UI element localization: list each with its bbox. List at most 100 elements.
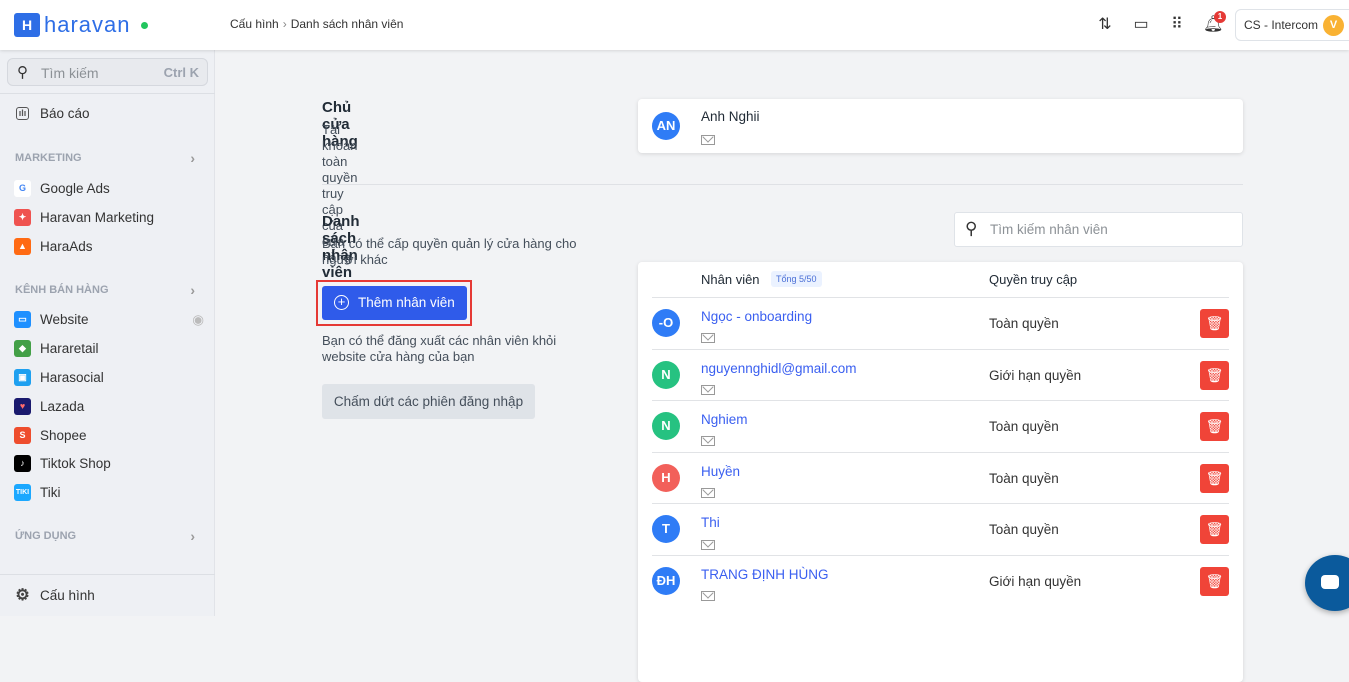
- divider: [0, 93, 215, 94]
- sidebar-item-label: Lazada: [40, 399, 85, 414]
- sidebar-item-harasocial[interactable]: ▣ Harasocial: [14, 369, 194, 386]
- section-sales-channels[interactable]: KÊNH BÁN HÀNG ›: [15, 282, 195, 298]
- breadcrumb-settings[interactable]: Cấu hình: [230, 17, 279, 31]
- table-row: N nguyennghidl@gmail.com Giới hạn quyền …: [652, 348, 1229, 401]
- staff-table: Nhân viên Tổng 5/50 Quyền truy cập -O Ng…: [638, 262, 1243, 682]
- section-marketing[interactable]: MARKETING ›: [15, 150, 195, 166]
- trash-icon: 🗑︎: [1205, 366, 1224, 383]
- staff-avatar: -O: [652, 309, 680, 337]
- sidebar-item-label: Tiktok Shop: [40, 456, 111, 471]
- staff-access: Toàn quyền: [989, 522, 1059, 538]
- sidebar-item-tiktok-shop[interactable]: ♪ Tiktok Shop: [14, 455, 194, 472]
- staff-name-link[interactable]: Thi: [701, 515, 720, 530]
- delete-staff-button[interactable]: 🗑︎: [1200, 567, 1229, 596]
- sidebar-item-lazada[interactable]: ♥ Lazada: [14, 398, 194, 415]
- chevron-right-icon: ›: [282, 17, 287, 31]
- section-title: ỨNG DỤNG: [15, 530, 77, 542]
- staff-access: Toàn quyền: [989, 419, 1059, 435]
- trash-icon: 🗑︎: [1205, 418, 1224, 435]
- section-apps[interactable]: ỨNG DỤNG ›: [15, 528, 195, 544]
- search-shortcut: Ctrl K: [163, 65, 199, 80]
- chart-icon: ılı: [16, 107, 29, 120]
- google-icon: G: [14, 180, 31, 197]
- staff-name-link[interactable]: Nghiem: [701, 412, 748, 427]
- table-row: T Thi Toàn quyền 🗑︎: [652, 503, 1229, 555]
- logo-text: haravan: [44, 12, 131, 37]
- chevron-right-icon: ›: [190, 282, 195, 298]
- staff-access: Toàn quyền: [989, 316, 1059, 331]
- gear-icon: ⚙: [15, 587, 30, 604]
- feedback-icon[interactable]: ▭: [1131, 15, 1151, 35]
- sidebar-item-google-ads[interactable]: G Google Ads: [14, 180, 194, 197]
- total-badge: Tổng 5/50: [771, 271, 822, 287]
- staff-access: Toàn quyền: [989, 470, 1059, 486]
- staff-access: Giới hạn quyền: [989, 367, 1082, 383]
- sidebar-item-tiki[interactable]: TIKI Tiki: [14, 484, 194, 501]
- table-row: ĐH TRANG ĐỊNH HÙNG Giới hạn quyền 🗑︎: [652, 555, 1229, 607]
- megaphone-icon: ✦: [14, 209, 31, 226]
- exchange-icon[interactable]: ⇅: [1095, 15, 1115, 35]
- sidebar-search-input[interactable]: ⚲ Tìm kiếm Ctrl K: [7, 58, 208, 86]
- user-avatar: V: [1323, 15, 1344, 36]
- staff-avatar: N: [652, 360, 680, 389]
- sidebar-item-label: Website: [40, 312, 89, 327]
- chat-widget-button[interactable]: [1305, 555, 1349, 611]
- section-title: MARKETING: [15, 152, 82, 164]
- mail-icon: [701, 131, 715, 147]
- chevron-right-icon: ›: [190, 150, 195, 166]
- delete-staff-button[interactable]: 🗑︎: [1200, 309, 1229, 338]
- add-staff-button[interactable]: + Thêm nhân viên: [322, 286, 467, 320]
- sidebar-item-settings[interactable]: ⚙ Cấu hình: [14, 587, 194, 604]
- column-header-staff: Nhân viên: [701, 272, 760, 287]
- tag-icon: ◆: [14, 340, 31, 357]
- column-header-access: Quyền truy cập: [989, 272, 1078, 287]
- haravan-logo[interactable]: H haravan: [14, 12, 148, 38]
- sidebar-item-label: Hararetail: [40, 341, 99, 356]
- sidebar-item-shopee[interactable]: S Shopee: [14, 427, 194, 444]
- search-icon: ⚲: [17, 64, 28, 81]
- top-header: H haravan Cấu hình › Danh sách nhân viên ⇅…: [0, 0, 1349, 50]
- mail-icon: [701, 381, 715, 397]
- end-sessions-button[interactable]: Chấm dứt các phiên đăng nhập: [322, 384, 535, 419]
- mail-icon: [701, 535, 715, 551]
- table-row: N Nghiem Toàn quyền 🗑︎: [652, 400, 1229, 452]
- sidebar-item-label: Shopee: [40, 428, 87, 443]
- staff-name-link[interactable]: nguyennghidl@gmail.com: [701, 361, 857, 376]
- logo-icon: H: [14, 13, 40, 37]
- owner-name: Anh Nghii: [701, 109, 760, 124]
- sidebar-item-label: HaraAds: [40, 239, 93, 254]
- notification-badge: 1: [1214, 11, 1226, 23]
- sidebar-item-haravan-marketing[interactable]: ✦ Haravan Marketing: [14, 209, 194, 226]
- sidebar-item-website[interactable]: ▭ Website ◉: [14, 311, 204, 328]
- delete-staff-button[interactable]: 🗑︎: [1200, 412, 1229, 442]
- mail-icon: [701, 587, 715, 603]
- staff-name-link[interactable]: Huyền: [701, 464, 740, 479]
- sidebar-item-report[interactable]: ılı Báo cáo: [14, 106, 194, 121]
- add-staff-label: Thêm nhân viên: [358, 295, 455, 310]
- sidebar-item-hararetail[interactable]: ◆ Hararetail: [14, 340, 194, 357]
- breadcrumb: Cấu hình › Danh sách nhân viên: [230, 17, 403, 31]
- delete-staff-button[interactable]: 🗑︎: [1200, 515, 1229, 545]
- sidebar-item-label: Google Ads: [40, 181, 110, 196]
- delete-staff-button[interactable]: 🗑︎: [1200, 360, 1229, 390]
- apps-grid-icon[interactable]: ⠿: [1167, 15, 1187, 35]
- search-icon: ⚲: [965, 219, 978, 238]
- divider: [0, 574, 215, 575]
- owner-avatar: AN: [652, 112, 680, 140]
- table-row: H Huyền Toàn quyền 🗑︎: [652, 451, 1229, 504]
- eye-icon[interactable]: ◉: [192, 312, 204, 328]
- trash-icon: 🗑︎: [1205, 521, 1224, 538]
- sidebar-item-haraads[interactable]: ▲ HaraAds: [14, 238, 194, 255]
- plus-circle-icon: +: [334, 295, 349, 310]
- delete-staff-button[interactable]: 🗑︎: [1200, 463, 1229, 493]
- sidebar-item-label: Báo cáo: [40, 106, 90, 121]
- staff-name-link[interactable]: Ngọc - onboarding: [701, 309, 812, 324]
- harasocial-icon: ▣: [14, 369, 31, 386]
- staff-search-input[interactable]: ⚲ Tìm kiếm nhân viên: [954, 212, 1243, 247]
- lazada-icon: ♥: [14, 398, 31, 415]
- search-placeholder: Tìm kiếm nhân viên: [990, 222, 1108, 237]
- chat-icon: [1321, 575, 1339, 589]
- store-switcher[interactable]: CS - Intercom V: [1235, 9, 1349, 41]
- staff-name-link[interactable]: TRANG ĐỊNH HÙNG: [701, 567, 829, 582]
- online-status-dot: [140, 21, 148, 29]
